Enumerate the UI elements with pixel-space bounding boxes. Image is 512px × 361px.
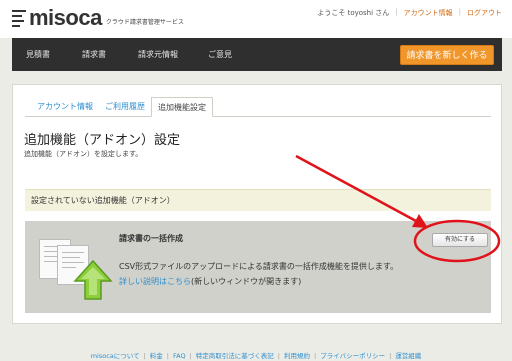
logo-text: misoca: [29, 5, 102, 30]
section-header: 設定されていない追加機能（アドオン）: [25, 189, 491, 211]
greeting: ようこそ toyoshi さん: [317, 9, 390, 17]
logo-tagline: クラウド請求書管理サービス: [105, 18, 184, 26]
addon-help-link[interactable]: 詳しい説明はこちら: [119, 277, 191, 286]
user-links: ようこそ toyoshi さん | アカウント情報 | ログアウト: [317, 8, 502, 18]
footer-link-privacy[interactable]: プライバシーポリシー: [320, 352, 385, 360]
footer: misocaについて | 料金 | FAQ | 特定商取引法に基づく表記 | 利用規約 | プライバ…: [90, 352, 422, 360]
logo-icon: [12, 9, 26, 27]
main-nav: 見積書 請求書 請求元情報 ご意見 請求書を新しく作る: [12, 38, 502, 71]
nav-item-estimates[interactable]: 見積書: [26, 38, 50, 71]
account-link[interactable]: アカウント情報: [404, 8, 453, 18]
enable-addon-button[interactable]: 有効にする: [432, 233, 488, 247]
page-subtitle: 追加機能（アドオン）を設定します。: [24, 150, 143, 158]
nav-item-feedback[interactable]: ご意見: [208, 38, 232, 71]
create-invoice-button[interactable]: 請求書を新しく作る: [400, 45, 494, 65]
upload-arrow-icon: [73, 259, 113, 300]
tab-usage-history[interactable]: ご利用履歴: [99, 97, 151, 117]
header: misoca クラウド請求書管理サービス ようこそ toyoshi さん | ア…: [0, 0, 512, 38]
footer-link-company[interactable]: 運営組織: [395, 352, 421, 360]
footer-link-legal[interactable]: 特定商取引法に基づく表記: [196, 352, 274, 360]
addon-help-note: (新しいウィンドウが開きます): [191, 277, 302, 286]
nav-item-billing-info[interactable]: 請求元情報: [138, 38, 178, 71]
separator: |: [395, 8, 398, 16]
addon-card: 請求書の一括作成 CSV形式ファイルのアップロードによる請求書の一括作成機能を提…: [25, 221, 491, 313]
page-title: 追加機能（アドオン）設定: [24, 133, 181, 148]
footer-link-pricing[interactable]: 料金: [150, 352, 163, 360]
addon-description: CSV形式ファイルのアップロードによる請求書の一括作成機能を提供します。: [119, 262, 399, 271]
tab-bar: アカウント情報 ご利用履歴 追加機能設定: [31, 97, 213, 117]
footer-link-terms[interactable]: 利用規約: [284, 352, 310, 360]
footer-link-about[interactable]: misocaについて: [91, 352, 140, 360]
footer-link-faq[interactable]: FAQ: [173, 352, 186, 360]
section-title: 設定されていない追加機能（アドオン）: [31, 196, 175, 205]
logo[interactable]: misoca クラウド請求書管理サービス: [12, 5, 184, 30]
tab-addon-settings[interactable]: 追加機能設定: [151, 97, 213, 117]
logout-link[interactable]: ログアウト: [467, 8, 502, 18]
nav-item-invoices[interactable]: 請求書: [82, 38, 106, 71]
addon-name: 請求書の一括作成: [119, 234, 183, 243]
settings-panel: アカウント情報 ご利用履歴 追加機能設定 追加機能（アドオン）設定 追加機能（ア…: [12, 84, 502, 324]
tab-account-info[interactable]: アカウント情報: [31, 97, 99, 117]
addon-help-row: 詳しい説明はこちら(新しいウィンドウが開きます): [119, 276, 301, 287]
separator: |: [458, 8, 461, 16]
